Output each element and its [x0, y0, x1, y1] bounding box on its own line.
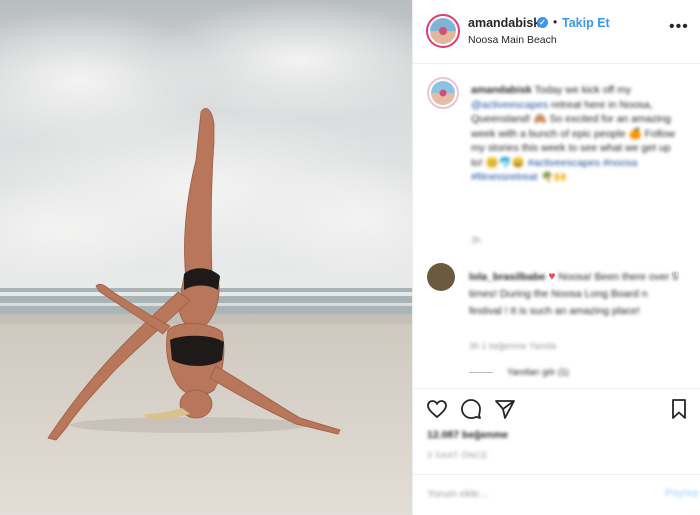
beach-yoga-photo — [0, 0, 412, 515]
share-plane-icon[interactable] — [493, 397, 517, 421]
post-photo[interactable] — [0, 0, 412, 515]
verified-check-icon: ✓ — [537, 17, 548, 28]
comment-bubble-icon[interactable] — [459, 397, 483, 421]
comment-like-icon[interactable]: ♡ — [671, 271, 680, 282]
caption-mention[interactable]: @activeescapes — [471, 99, 548, 111]
post-date: 3 SAAT ÖNCE — [427, 450, 488, 460]
caption-time: 3h — [471, 235, 482, 245]
post-comment-button[interactable]: Paylaş — [665, 487, 698, 499]
replies-line — [469, 372, 493, 374]
bookmark-icon[interactable] — [667, 397, 691, 421]
comment-meta[interactable]: 3h 1 beğenme Yanıtla — [469, 341, 556, 351]
caption-text-1: Today we kick off my — [531, 84, 632, 96]
add-comment-bar: Paylaş — [413, 474, 700, 515]
post-caption: amandabisk Today we kick off my @activee… — [471, 83, 683, 185]
more-options-icon[interactable]: ••• — [669, 18, 689, 36]
caption-avatar-image — [431, 81, 455, 105]
instagram-post: amandabisk ✓ • Takip Et Noosa Main Beach… — [0, 0, 700, 515]
header-separator: • — [553, 15, 558, 29]
comment-input[interactable] — [427, 483, 627, 505]
comment-username[interactable]: lola_brasilbabe — [469, 271, 545, 283]
post-location[interactable]: Noosa Main Beach — [468, 34, 557, 46]
follow-button[interactable]: Takip Et — [562, 16, 610, 30]
view-replies-label: Yanıtları gör (1) — [507, 367, 569, 377]
post-side-panel: amandabisk ✓ • Takip Et Noosa Main Beach… — [412, 0, 700, 515]
commenter-avatar[interactable] — [427, 263, 455, 291]
author-avatar[interactable] — [426, 14, 460, 48]
author-username[interactable]: amandabisk — [468, 16, 540, 30]
heart-emoji: ♥ — [548, 269, 556, 283]
like-heart-icon[interactable] — [425, 397, 449, 421]
author-avatar-image — [430, 18, 456, 44]
view-replies[interactable]: Yanıtları gör (1) — [469, 367, 569, 377]
caption-emoji-tail: 🌴🙌 — [537, 171, 567, 183]
likes-count[interactable]: 12.087 beğenme — [427, 429, 508, 441]
post-actions: 12.087 beğenme 3 SAAT ÖNCE — [413, 388, 700, 474]
caption-username[interactable]: amandabisk — [471, 84, 532, 96]
comments-section: amandabisk Today we kick off my @activee… — [413, 65, 700, 387]
post-header: amandabisk ✓ • Takip Et Noosa Main Beach… — [413, 0, 700, 64]
caption-avatar[interactable] — [427, 77, 459, 109]
comment: lola_brasilbabe ♥ Noosa! Been there over… — [469, 268, 683, 320]
